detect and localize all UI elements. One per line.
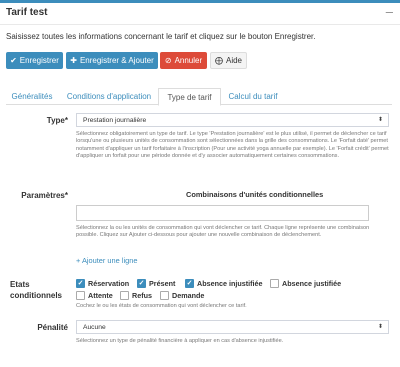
- combinations-list[interactable]: [76, 205, 369, 221]
- state-absence-injustifiee-checkbox[interactable]: ✓ Absence injustifiée: [185, 279, 263, 288]
- plus-icon: ✚: [70, 55, 77, 65]
- save-button[interactable]: ✔ Enregistrer: [6, 52, 63, 69]
- state-present-checkbox[interactable]: ✓ Présent: [137, 279, 175, 288]
- checkbox-checked-icon: ✓: [76, 279, 85, 288]
- intro-text: Saisissez toutes les informations concer…: [6, 32, 316, 41]
- params-help: Sélectionnez la ou les unités de consomm…: [76, 225, 370, 239]
- checkbox-empty-icon: [270, 279, 279, 288]
- panel-title: Tarif test: [6, 7, 48, 18]
- ban-icon: ⊘: [164, 55, 172, 65]
- tab-bar: Généralités Conditions d'application Typ…: [6, 88, 392, 106]
- states-label-line2: conditionnels: [10, 291, 62, 300]
- state-reservation-checkbox[interactable]: ✓ Réservation: [76, 279, 129, 288]
- type-select[interactable]: Prestation journalière ⬍: [76, 113, 389, 127]
- type-label: Type*: [46, 116, 68, 125]
- tab-conditions[interactable]: Conditions d'application: [62, 88, 156, 105]
- checkbox-checked-icon: ✓: [185, 279, 194, 288]
- panel-header: Tarif test –: [0, 3, 400, 25]
- penalty-select[interactable]: Aucune ⬍: [76, 320, 389, 334]
- state-label: Attente: [88, 291, 113, 300]
- state-label: Demande: [172, 291, 205, 300]
- penalty-label: Pénalité: [37, 323, 68, 332]
- state-label: Présent: [149, 279, 176, 288]
- tab-type-de-tarif[interactable]: Type de tarif: [158, 88, 221, 106]
- help-button[interactable]: ⨁ Aide: [210, 52, 247, 69]
- state-demande-checkbox[interactable]: Demande: [160, 291, 204, 300]
- save-button-label: Enregistrer: [19, 56, 59, 65]
- sort-arrows-icon: ⬍: [377, 117, 383, 123]
- states-help: Cochez le ou les états de consommation q…: [76, 303, 247, 309]
- minus-icon[interactable]: –: [386, 4, 393, 19]
- cancel-button[interactable]: ⊘ Annuler: [160, 52, 207, 69]
- cancel-button-label: Annuler: [174, 56, 203, 65]
- penalty-help: Sélectionnez un type de pénalité financi…: [76, 338, 284, 344]
- type-help: Sélectionnez obligatoirement un type de …: [76, 131, 389, 160]
- state-absence-justifiee-checkbox[interactable]: Absence justifiée: [270, 279, 341, 288]
- state-label: Refus: [132, 291, 152, 300]
- check-icon: ✔: [10, 55, 17, 65]
- state-label: Réservation: [88, 279, 130, 288]
- penalty-select-value: Aucune: [83, 324, 106, 331]
- tab-generalites[interactable]: Généralités: [6, 88, 58, 105]
- tab-calcul[interactable]: Calcul du tarif: [224, 88, 282, 105]
- checkbox-empty-icon: [160, 291, 169, 300]
- add-line-link[interactable]: + Ajouter une ligne: [76, 256, 137, 265]
- combos-title: Combinaisons d'unités conditionnelles: [186, 190, 324, 199]
- checkbox-checked-icon: ✓: [137, 279, 146, 288]
- checkbox-empty-icon: [76, 291, 85, 300]
- state-label: Absence justifiée: [282, 279, 342, 288]
- state-label: Absence injustifiée: [197, 279, 263, 288]
- states-label-line1: Etats: [10, 280, 30, 289]
- checkbox-empty-icon: [120, 291, 129, 300]
- params-label: Paramètres*: [21, 191, 68, 200]
- state-refus-checkbox[interactable]: Refus: [120, 291, 152, 300]
- state-attente-checkbox[interactable]: Attente: [76, 291, 113, 300]
- type-select-value: Prestation journalière: [83, 117, 147, 124]
- save-and-add-button-label: Enregistrer & Ajouter: [79, 56, 154, 65]
- help-button-label: Aide: [225, 56, 242, 65]
- save-and-add-button[interactable]: ✚ Enregistrer & Ajouter: [66, 52, 158, 69]
- sort-arrows-icon: ⬍: [377, 324, 383, 330]
- lifebuoy-icon: ⨁: [214, 55, 223, 65]
